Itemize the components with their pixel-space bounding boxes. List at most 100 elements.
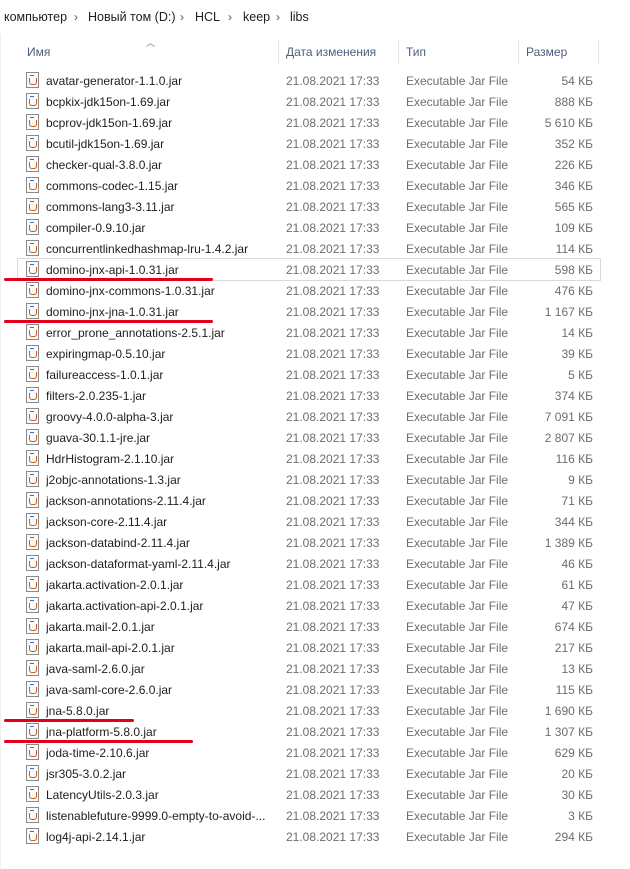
file-row[interactable]: domino-jnx-commons-1.0.31.jar 21.08.2021 … bbox=[18, 280, 600, 301]
file-row[interactable]: failureaccess-1.0.1.jar 21.08.2021 17:33 E… bbox=[18, 364, 600, 385]
column-header-size[interactable]: Размер bbox=[526, 45, 567, 59]
file-name: filters-2.0.235-1.jar bbox=[46, 389, 147, 403]
file-row[interactable]: error_prone_annotations-2.5.1.jar 21.08.2… bbox=[18, 322, 600, 343]
file-name: bcutil-jdk15on-1.69.jar bbox=[46, 137, 165, 151]
file-date: 21.08.2021 17:33 bbox=[286, 809, 380, 823]
file-row[interactable]: guava-30.1.1-jre.jar 21.08.2021 17:33 Exec… bbox=[18, 427, 600, 448]
file-row[interactable]: commons-lang3-3.11.jar 21.08.2021 17:33 Ex… bbox=[18, 196, 600, 217]
file-size: 30 КБ bbox=[561, 788, 593, 802]
file-row[interactable]: log4j-api-2.14.1.jar 21.08.2021 17:33 Exec… bbox=[18, 826, 600, 847]
file-row[interactable]: concurrentlinkedhashmap-lru-1.4.2.jar 21.… bbox=[18, 238, 600, 259]
file-row[interactable]: jackson-annotations-2.11.4.jar 21.08.2021… bbox=[18, 490, 600, 511]
file-row[interactable]: jakarta.mail-api-2.0.1.jar 21.08.2021 17:… bbox=[18, 637, 600, 658]
jar-file-icon bbox=[26, 723, 39, 739]
sort-ascending-icon: ︿ bbox=[146, 38, 156, 48]
chevron-right-icon[interactable]: › bbox=[228, 10, 232, 24]
file-row[interactable]: java-saml-2.6.0.jar 21.08.2021 17:33 Execu… bbox=[18, 658, 600, 679]
file-row[interactable]: jackson-core-2.11.4.jar 21.08.2021 17:33 E… bbox=[18, 511, 600, 532]
file-row[interactable]: bcutil-jdk15on-1.69.jar 21.08.2021 17:33 E… bbox=[18, 133, 600, 154]
file-size: 1 307 КБ bbox=[544, 725, 593, 739]
file-row[interactable]: bcprov-jdk15on-1.69.jar 21.08.2021 17:33 E… bbox=[18, 112, 600, 133]
file-date: 21.08.2021 17:33 bbox=[286, 641, 380, 655]
chevron-right-icon[interactable]: › bbox=[74, 10, 78, 24]
breadcrumb-item-drive[interactable]: Новый том (D:) bbox=[88, 10, 176, 24]
file-size: 71 КБ bbox=[561, 494, 593, 508]
file-name: bcprov-jdk15on-1.69.jar bbox=[46, 116, 173, 130]
file-type: Executable Jar File bbox=[406, 179, 509, 193]
file-name: domino-jnx-jna-1.0.31.jar bbox=[46, 305, 179, 319]
file-name: expiringmap-0.5.10.jar bbox=[46, 347, 166, 361]
file-type: Executable Jar File bbox=[406, 284, 509, 298]
file-type: Executable Jar File bbox=[406, 641, 509, 655]
file-row[interactable]: domino-jnx-api-1.0.31.jar 21.08.2021 17:3… bbox=[17, 258, 601, 281]
file-row[interactable]: expiringmap-0.5.10.jar 21.08.2021 17:33 Ex… bbox=[18, 343, 600, 364]
column-header-date[interactable]: Дата изменения bbox=[286, 45, 376, 59]
breadcrumb-item-hcl[interactable]: HCL bbox=[195, 10, 220, 24]
file-row[interactable]: j2objc-annotations-1.3.jar 21.08.2021 17:… bbox=[18, 469, 600, 490]
file-date: 21.08.2021 17:33 bbox=[286, 578, 380, 592]
file-size: 61 КБ bbox=[561, 578, 593, 592]
file-row[interactable]: commons-codec-1.15.jar 21.08.2021 17:33 Ex… bbox=[18, 175, 600, 196]
file-type: Executable Jar File bbox=[406, 746, 509, 760]
jar-file-icon bbox=[26, 618, 39, 634]
file-date: 21.08.2021 17:33 bbox=[286, 326, 380, 340]
file-name: failureaccess-1.0.1.jar bbox=[46, 368, 164, 382]
jar-file-icon bbox=[26, 450, 39, 466]
column-header-type[interactable]: Тип bbox=[406, 45, 426, 59]
breadcrumb-item-libs[interactable]: libs bbox=[290, 10, 309, 24]
file-type: Executable Jar File bbox=[406, 305, 509, 319]
file-row[interactable]: domino-jnx-jna-1.0.31.jar 21.08.2021 17:3… bbox=[18, 301, 600, 322]
breadcrumb-item-computer[interactable]: компьютер bbox=[4, 10, 67, 24]
file-row[interactable]: avatar-generator-1.1.0.jar 21.08.2021 17:… bbox=[18, 70, 600, 91]
file-size: 217 КБ bbox=[554, 641, 593, 655]
file-row[interactable]: groovy-4.0.0-alpha-3.jar 21.08.2021 17:33… bbox=[18, 406, 600, 427]
file-size: 47 КБ bbox=[561, 599, 593, 613]
file-size: 476 КБ bbox=[554, 284, 593, 298]
file-type: Executable Jar File bbox=[406, 599, 509, 613]
column-divider[interactable] bbox=[398, 40, 399, 64]
file-date: 21.08.2021 17:33 bbox=[286, 830, 380, 844]
file-date: 21.08.2021 17:33 bbox=[286, 410, 380, 424]
jar-file-icon bbox=[26, 492, 39, 508]
file-row[interactable]: jakarta.activation-api-2.0.1.jar 21.08.20… bbox=[18, 595, 600, 616]
column-divider[interactable] bbox=[598, 40, 599, 64]
breadcrumb-item-keep[interactable]: keep bbox=[243, 10, 270, 24]
file-row[interactable]: filters-2.0.235-1.jar 21.08.2021 17:33 Exe… bbox=[18, 385, 600, 406]
file-row[interactable]: jna-platform-5.8.0.jar 21.08.2021 17:33 Ex… bbox=[18, 721, 600, 742]
file-row[interactable]: jackson-dataformat-yaml-2.11.4.jar 21.08.… bbox=[18, 553, 600, 574]
jar-file-icon bbox=[26, 408, 39, 424]
file-row[interactable]: joda-time-2.10.6.jar 21.08.2021 17:33 Exec… bbox=[18, 742, 600, 763]
file-row[interactable]: checker-qual-3.8.0.jar 21.08.2021 17:33 Ex… bbox=[18, 154, 600, 175]
file-row[interactable]: jna-5.8.0.jar 21.08.2021 17:33 Executable … bbox=[18, 700, 600, 721]
file-date: 21.08.2021 17:33 bbox=[286, 221, 380, 235]
column-header-name[interactable]: Имя bbox=[27, 45, 50, 59]
column-divider[interactable] bbox=[278, 40, 279, 64]
file-row[interactable]: bcpkix-jdk15on-1.69.jar 21.08.2021 17:33 E… bbox=[18, 91, 600, 112]
file-row[interactable]: jakarta.activation-2.0.1.jar 21.08.2021 1… bbox=[18, 574, 600, 595]
chevron-right-icon[interactable]: › bbox=[180, 10, 184, 24]
jar-file-icon bbox=[26, 744, 39, 760]
file-row[interactable]: listenablefuture-9999.0-empty-to-avoid-.… bbox=[18, 805, 600, 826]
file-name: LatencyUtils-2.0.3.jar bbox=[46, 788, 159, 802]
file-size: 20 КБ bbox=[561, 767, 593, 781]
file-type: Executable Jar File bbox=[406, 536, 509, 550]
chevron-right-icon[interactable]: › bbox=[276, 10, 280, 24]
file-type: Executable Jar File bbox=[406, 473, 509, 487]
file-name: java-saml-2.6.0.jar bbox=[46, 662, 145, 676]
file-size: 344 КБ bbox=[554, 515, 593, 529]
file-row[interactable]: jakarta.mail-2.0.1.jar 21.08.2021 17:33 Ex… bbox=[18, 616, 600, 637]
jar-file-icon bbox=[26, 681, 39, 697]
file-date: 21.08.2021 17:33 bbox=[286, 557, 380, 571]
file-row[interactable]: compiler-0.9.10.jar 21.08.2021 17:33 Execu… bbox=[18, 217, 600, 238]
file-name: guava-30.1.1-jre.jar bbox=[46, 431, 151, 445]
file-size: 1 690 КБ bbox=[544, 704, 593, 718]
file-date: 21.08.2021 17:33 bbox=[286, 242, 380, 256]
column-divider[interactable] bbox=[518, 40, 519, 64]
file-type: Executable Jar File bbox=[406, 137, 509, 151]
file-row[interactable]: jackson-databind-2.11.4.jar 21.08.2021 17… bbox=[18, 532, 600, 553]
file-row[interactable]: HdrHistogram-2.1.10.jar 21.08.2021 17:33 E… bbox=[18, 448, 600, 469]
file-row[interactable]: jsr305-3.0.2.jar 21.08.2021 17:33 Executab… bbox=[18, 763, 600, 784]
file-type: Executable Jar File bbox=[406, 368, 509, 382]
file-row[interactable]: LatencyUtils-2.0.3.jar 21.08.2021 17:33 Ex… bbox=[18, 784, 600, 805]
file-row[interactable]: java-saml-core-2.6.0.jar 21.08.2021 17:33… bbox=[18, 679, 600, 700]
